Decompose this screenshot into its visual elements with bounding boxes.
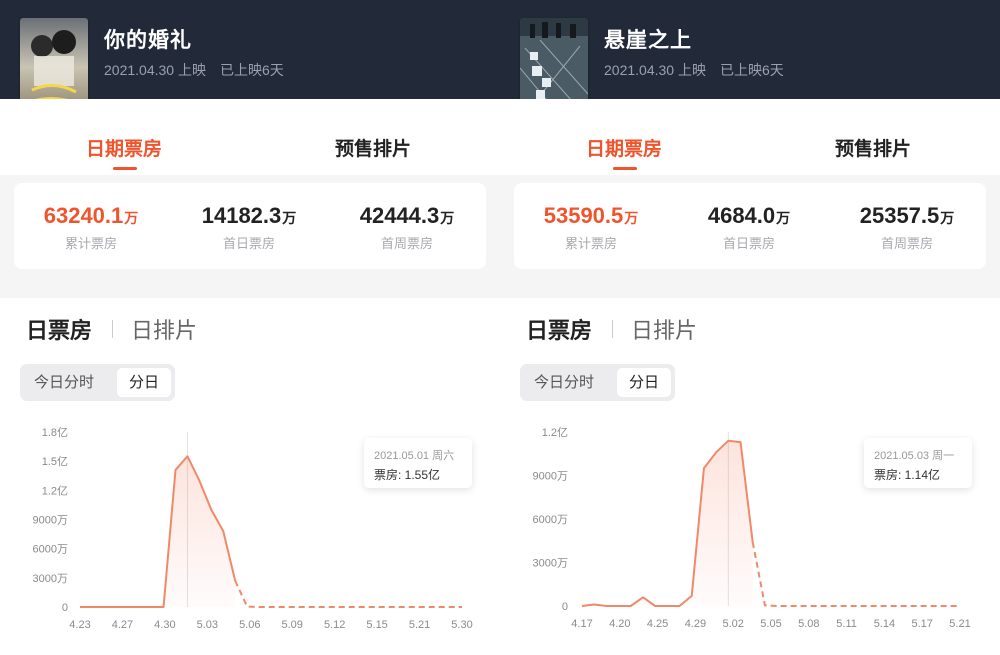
- movie-title: 悬崖之上: [604, 29, 692, 52]
- tab-bar: 日期票房 预售排片: [500, 99, 1000, 175]
- chart-tooltip: 2021.05.03 周一 票房: 1.14亿: [864, 438, 972, 488]
- movie-panel-cliff-walkers: 悬崖之上 2021.04.30 上映 已上映6天 日期票房 预售排片 53590.…: [500, 0, 1000, 655]
- stat-first-day: 14182.3万 首日票房: [174, 203, 324, 252]
- y-tick-label: 6000万: [33, 544, 68, 556]
- forecast-series-line: [234, 580, 462, 608]
- stat-first-day: 4684.0万 首日票房: [674, 203, 824, 252]
- y-tick-label: 3000万: [533, 558, 568, 570]
- tab-presale[interactable]: 预售排片: [335, 134, 411, 161]
- x-tick-label: 5.11: [836, 618, 857, 630]
- x-tick-label: 5.14: [874, 618, 895, 630]
- x-tick-label: 5.21: [949, 618, 970, 630]
- stats-card: 53590.5万 累计票房 4684.0万 首日票房 25357.5万 首周票房: [514, 183, 986, 269]
- stat-first-week: 42444.3万 首周票房: [332, 203, 482, 252]
- y-tick-label: 1.2亿: [542, 426, 568, 439]
- y-tick-label: 0: [62, 602, 68, 614]
- tab-daily-box-office[interactable]: 日期票房: [86, 134, 162, 161]
- stat-first-day-label: 首日票房: [222, 236, 275, 251]
- movie-meta: 2021.04.30 上映 已上映6天: [604, 60, 784, 80]
- y-tick-label: 1.5亿: [42, 455, 68, 468]
- stat-first-day-value: 4684.0万: [707, 203, 791, 228]
- movie-title: 你的婚礼: [104, 29, 192, 52]
- days-showing: 已上映6天: [719, 62, 784, 78]
- x-tick-label: 5.30: [451, 619, 472, 631]
- y-tick-label: 3000万: [33, 573, 68, 585]
- tab-bar: 日期票房 预售排片: [0, 99, 500, 175]
- active-tab-indicator: [113, 167, 137, 170]
- chart-section: 日票房 日排片 今日分时 分日 1.8亿 1.5亿 1.2亿 9000万 6000万 30…: [0, 298, 500, 655]
- stat-first-day-label: 首日票房: [722, 236, 775, 251]
- stat-total-label: 累计票房: [64, 236, 117, 251]
- stat-total-label: 累计票房: [564, 236, 617, 251]
- x-tick-label: 4.25: [647, 618, 668, 630]
- y-tick-label: 1.2亿: [42, 484, 68, 497]
- stat-total-value: 63240.1万: [43, 203, 139, 228]
- stat-total: 63240.1万 累计票房: [16, 203, 166, 252]
- actual-series-area: [80, 456, 236, 607]
- stat-total-value: 53590.5万: [543, 203, 639, 228]
- tab-presale[interactable]: 预售排片: [835, 134, 911, 161]
- tooltip-value: 票房: 1.14亿: [874, 468, 941, 482]
- x-tick-label: 4.30: [154, 619, 175, 631]
- x-tick-label: 4.27: [112, 619, 133, 631]
- y-tick-label: 6000万: [533, 514, 568, 526]
- x-tick-label: 5.05: [760, 618, 781, 630]
- stat-first-week-label: 首周票房: [880, 236, 933, 251]
- tab-daily-box-office[interactable]: 日期票房: [586, 134, 662, 161]
- x-tick-label: 4.20: [609, 618, 630, 630]
- actual-series-area: [582, 440, 753, 606]
- stat-first-week: 25357.5万 首周票房: [832, 203, 982, 252]
- days-showing: 已上映6天: [219, 62, 284, 78]
- release-date: 2021.04.30 上映: [604, 62, 706, 78]
- movie-panel-wedding: 你的婚礼 2021.04.30 上映 已上映6天 日期票房 预售排片 63240.…: [0, 0, 500, 655]
- x-tick-label: 5.21: [409, 619, 430, 631]
- y-tick-label: 9000万: [533, 471, 568, 483]
- y-tick-label: 9000万: [33, 515, 68, 527]
- stat-first-week-value: 25357.5万: [859, 203, 955, 228]
- chart-tooltip: 2021.05.01 周六 票房: 1.55亿: [364, 438, 472, 488]
- y-tick-label: 0: [562, 601, 568, 613]
- x-tick-label: 5.15: [366, 619, 387, 631]
- stats-card: 63240.1万 累计票房 14182.3万 首日票房 42444.3万 首周票…: [14, 183, 486, 269]
- stat-total: 53590.5万 累计票房: [516, 203, 666, 252]
- x-tick-label: 5.08: [798, 618, 819, 630]
- active-tab-indicator: [613, 167, 637, 170]
- x-tick-label: 5.17: [911, 618, 932, 630]
- forecast-series-line: [751, 542, 960, 607]
- x-tick-label: 5.02: [722, 618, 743, 630]
- x-tick-label: 5.09: [282, 619, 303, 631]
- x-tick-label: 5.03: [197, 619, 218, 631]
- y-tick-label: 1.8亿: [42, 426, 68, 439]
- x-tick-label: 4.29: [685, 618, 706, 630]
- chart-section: 日票房 日排片 今日分时 分日 1.2亿 9000万 6000万 3000万 0 4.17…: [500, 298, 1000, 655]
- x-tick-label: 4.17: [571, 618, 592, 630]
- stat-first-week-value: 42444.3万: [359, 203, 455, 228]
- tooltip-value: 票房: 1.55亿: [374, 468, 441, 482]
- tooltip-date: 2021.05.01 周六: [374, 450, 455, 462]
- movie-meta: 2021.04.30 上映 已上映6天: [104, 60, 284, 80]
- stat-first-week-label: 首周票房: [380, 236, 433, 251]
- tooltip-date: 2021.05.03 周一: [874, 450, 955, 462]
- x-tick-label: 5.12: [324, 619, 345, 631]
- release-date: 2021.04.30 上映: [104, 62, 206, 78]
- stat-first-day-value: 14182.3万: [201, 203, 297, 228]
- x-tick-label: 5.06: [239, 619, 260, 631]
- x-tick-label: 4.23: [69, 619, 90, 631]
